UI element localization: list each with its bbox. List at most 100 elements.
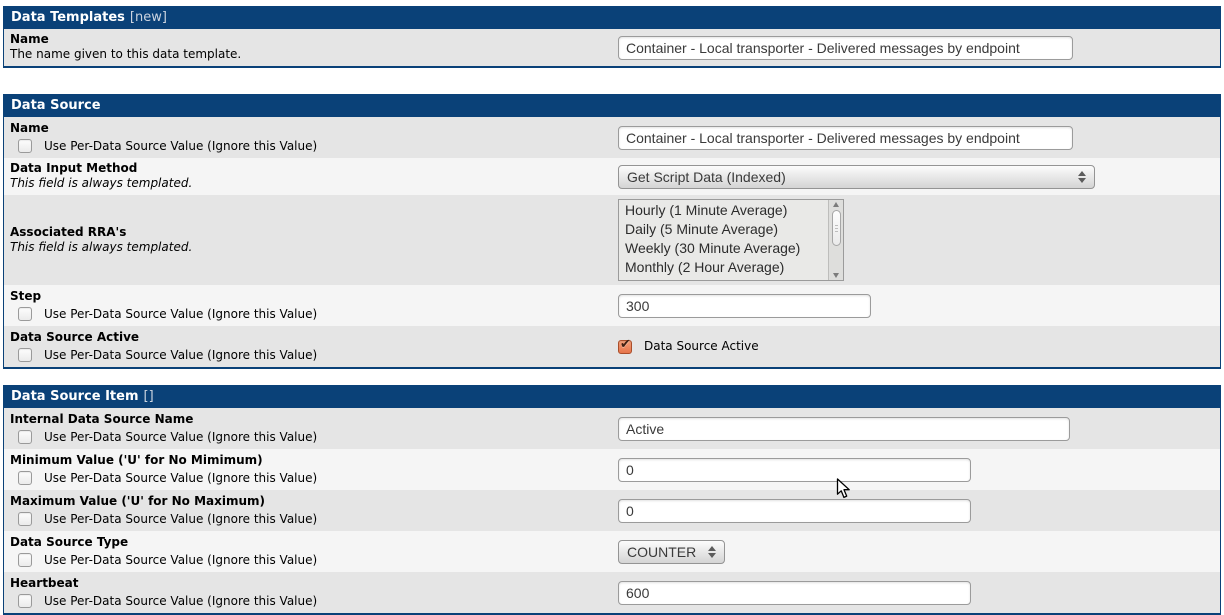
field-label: Step — [10, 289, 608, 304]
scroll-down-icon[interactable] — [833, 273, 839, 278]
field-control-cell — [614, 29, 1220, 66]
maximum-value-u-for-no-maximum-input[interactable] — [618, 499, 971, 523]
use-per-data-source-checkbox[interactable] — [18, 139, 32, 153]
use-per-data-source-checkbox[interactable] — [18, 430, 32, 444]
scrollbar-thumb[interactable] — [832, 210, 841, 246]
use-per-data-source-label: Use Per-Data Source Value (Ignore this V… — [44, 430, 317, 445]
form-row-maximum-value-u-for-no-maximum: Maximum Value ('U' for No Maximum) Use Pe… — [4, 490, 1220, 531]
per-data-source-option: Use Per-Data Source Value (Ignore this V… — [10, 139, 608, 154]
section-title-suffix: [new] — [130, 10, 167, 25]
form-row-data-input-method: Data Input MethodThis field is always te… — [4, 158, 1220, 195]
field-label: Internal Data Source Name — [10, 412, 608, 427]
field-control-cell: COUNTER — [614, 531, 1220, 572]
listbox-option[interactable]: Hourly (1 Minute Average) — [625, 201, 828, 220]
spinner-up-icon — [1078, 171, 1086, 176]
section-title: Data Source Item — [11, 389, 139, 404]
form-row-minimum-value-u-for-no-mimimum: Minimum Value ('U' for No Mimimum) Use Pe… — [4, 449, 1220, 490]
field-label: Data Input Method — [10, 161, 608, 176]
field-label: Data Source Active — [10, 330, 608, 345]
field-label: Maximum Value ('U' for No Maximum) — [10, 494, 608, 509]
field-description-cell: Internal Data Source Name Use Per-Data So… — [4, 408, 614, 449]
section-title: Data Source — [11, 98, 101, 113]
associated-rra-s-listbox[interactable]: Hourly (1 Minute Average)Daily (5 Minute… — [618, 199, 844, 281]
listbox-option[interactable]: Daily (5 Minute Average) — [625, 220, 828, 239]
per-data-source-option: Use Per-Data Source Value (Ignore this V… — [10, 512, 608, 527]
name-input[interactable] — [618, 126, 1073, 150]
use-per-data-source-label: Use Per-Data Source Value (Ignore this V… — [44, 348, 317, 363]
field-control-cell: Hourly (1 Minute Average)Daily (5 Minute… — [614, 195, 1220, 285]
per-data-source-option: Use Per-Data Source Value (Ignore this V… — [10, 348, 608, 363]
field-label: Heartbeat — [10, 576, 608, 591]
spinner-down-icon — [1078, 178, 1086, 183]
section-data-templates: Data Templates [new] NameThe name given to… — [3, 6, 1221, 68]
field-description-cell: Associated RRA'sThis field is always tem… — [4, 195, 614, 285]
select-value: COUNTER — [627, 544, 696, 560]
field-description-cell: Minimum Value ('U' for No Mimimum) Use Pe… — [4, 449, 614, 490]
field-label: Data Source Type — [10, 535, 608, 550]
use-per-data-source-label: Use Per-Data Source Value (Ignore this V… — [44, 471, 317, 486]
field-help-text: This field is always templated. — [10, 240, 608, 255]
use-per-data-source-checkbox[interactable] — [18, 471, 32, 485]
field-description-cell: Data Source Active Use Per-Data Source Va… — [4, 326, 614, 367]
field-control-cell — [614, 117, 1220, 158]
use-per-data-source-checkbox[interactable] — [18, 594, 32, 608]
use-per-data-source-checkbox[interactable] — [18, 512, 32, 526]
checkbox-label: Data Source Active — [644, 339, 759, 354]
name-input[interactable] — [618, 36, 1073, 60]
listbox-option[interactable]: Weekly (30 Minute Average) — [625, 239, 828, 258]
section-data-source-item: Data Source Item [] Internal Data Source N… — [3, 385, 1221, 615]
field-control-cell — [614, 285, 1220, 326]
form-row-data-source-active: Data Source Active Use Per-Data Source Va… — [4, 326, 1220, 367]
form-row-step: StepUse Per-Data Source Value (Ignore th… — [4, 285, 1220, 326]
listbox-option[interactable]: Monthly (2 Hour Average) — [625, 258, 828, 277]
spinner-up-icon — [708, 546, 716, 551]
spinner-icon — [708, 546, 716, 558]
per-data-source-option: Use Per-Data Source Value (Ignore this V… — [10, 430, 608, 445]
section-title-suffix: [] — [144, 389, 154, 404]
scroll-up-icon[interactable] — [833, 202, 839, 207]
use-per-data-source-label: Use Per-Data Source Value (Ignore this V… — [44, 553, 317, 568]
use-per-data-source-checkbox[interactable] — [18, 553, 32, 567]
form-row-associated-rra-s: Associated RRA'sThis field is always tem… — [4, 195, 1220, 285]
field-description-cell: Heartbeat Use Per-Data Source Value (Igno… — [4, 572, 614, 613]
section-title: Data Templates — [11, 10, 125, 25]
field-description-cell: NameThe name given to this data template… — [4, 29, 614, 66]
step-input[interactable] — [618, 294, 871, 318]
form-row-internal-data-source-name: Internal Data Source Name Use Per-Data So… — [4, 408, 1220, 449]
select-value: Get Script Data (Indexed) — [627, 169, 786, 185]
listbox-scrollbar[interactable] — [828, 200, 843, 280]
section-header: Data Source — [4, 95, 1220, 117]
field-control-cell — [614, 408, 1220, 449]
field-help-text: This field is always templated. — [10, 176, 608, 191]
field-description-cell: Maximum Value ('U' for No Maximum) Use Pe… — [4, 490, 614, 531]
field-control-cell — [614, 490, 1220, 531]
use-per-data-source-label: Use Per-Data Source Value (Ignore this V… — [44, 139, 317, 154]
section-header: Data Source Item [] — [4, 386, 1220, 408]
data-input-method-select[interactable]: Get Script Data (Indexed) — [618, 165, 1095, 189]
per-data-source-option: Use Per-Data Source Value (Ignore this V… — [10, 553, 608, 568]
use-per-data-source-checkbox[interactable] — [18, 307, 32, 321]
field-control-cell — [614, 572, 1220, 613]
field-help-text: The name given to this data template. — [10, 47, 608, 62]
field-label: Minimum Value ('U' for No Mimimum) — [10, 453, 608, 468]
use-per-data-source-checkbox[interactable] — [18, 348, 32, 362]
data-source-type-select[interactable]: COUNTER — [618, 540, 725, 564]
use-per-data-source-label: Use Per-Data Source Value (Ignore this V… — [44, 594, 317, 609]
field-description-cell: Data Input MethodThis field is always te… — [4, 158, 614, 195]
form-row-data-source-type: Data Source Type Use Per-Data Source Valu… — [4, 531, 1220, 572]
internal-data-source-name-input[interactable] — [618, 417, 1070, 441]
per-data-source-option: Use Per-Data Source Value (Ignore this V… — [10, 594, 608, 609]
minimum-value-u-for-no-mimimum-input[interactable] — [618, 458, 971, 482]
field-label: Associated RRA's — [10, 225, 608, 240]
field-label: Name — [10, 32, 608, 47]
field-control-cell: Get Script Data (Indexed) — [614, 158, 1220, 195]
data-source-active-checkbox[interactable] — [618, 340, 632, 354]
section-header: Data Templates [new] — [4, 7, 1220, 29]
form-row-name: Name Use Per-Data Source Value (Ignore th… — [4, 117, 1220, 158]
field-label: Name — [10, 121, 608, 136]
heartbeat-input[interactable] — [618, 581, 971, 605]
form-row-heartbeat: Heartbeat Use Per-Data Source Value (Igno… — [4, 572, 1220, 613]
field-control-cell: Data Source Active — [614, 326, 1220, 367]
field-control-cell — [614, 449, 1220, 490]
section-data-source: Data Source Name Use Per-Data Source Value… — [3, 94, 1221, 369]
